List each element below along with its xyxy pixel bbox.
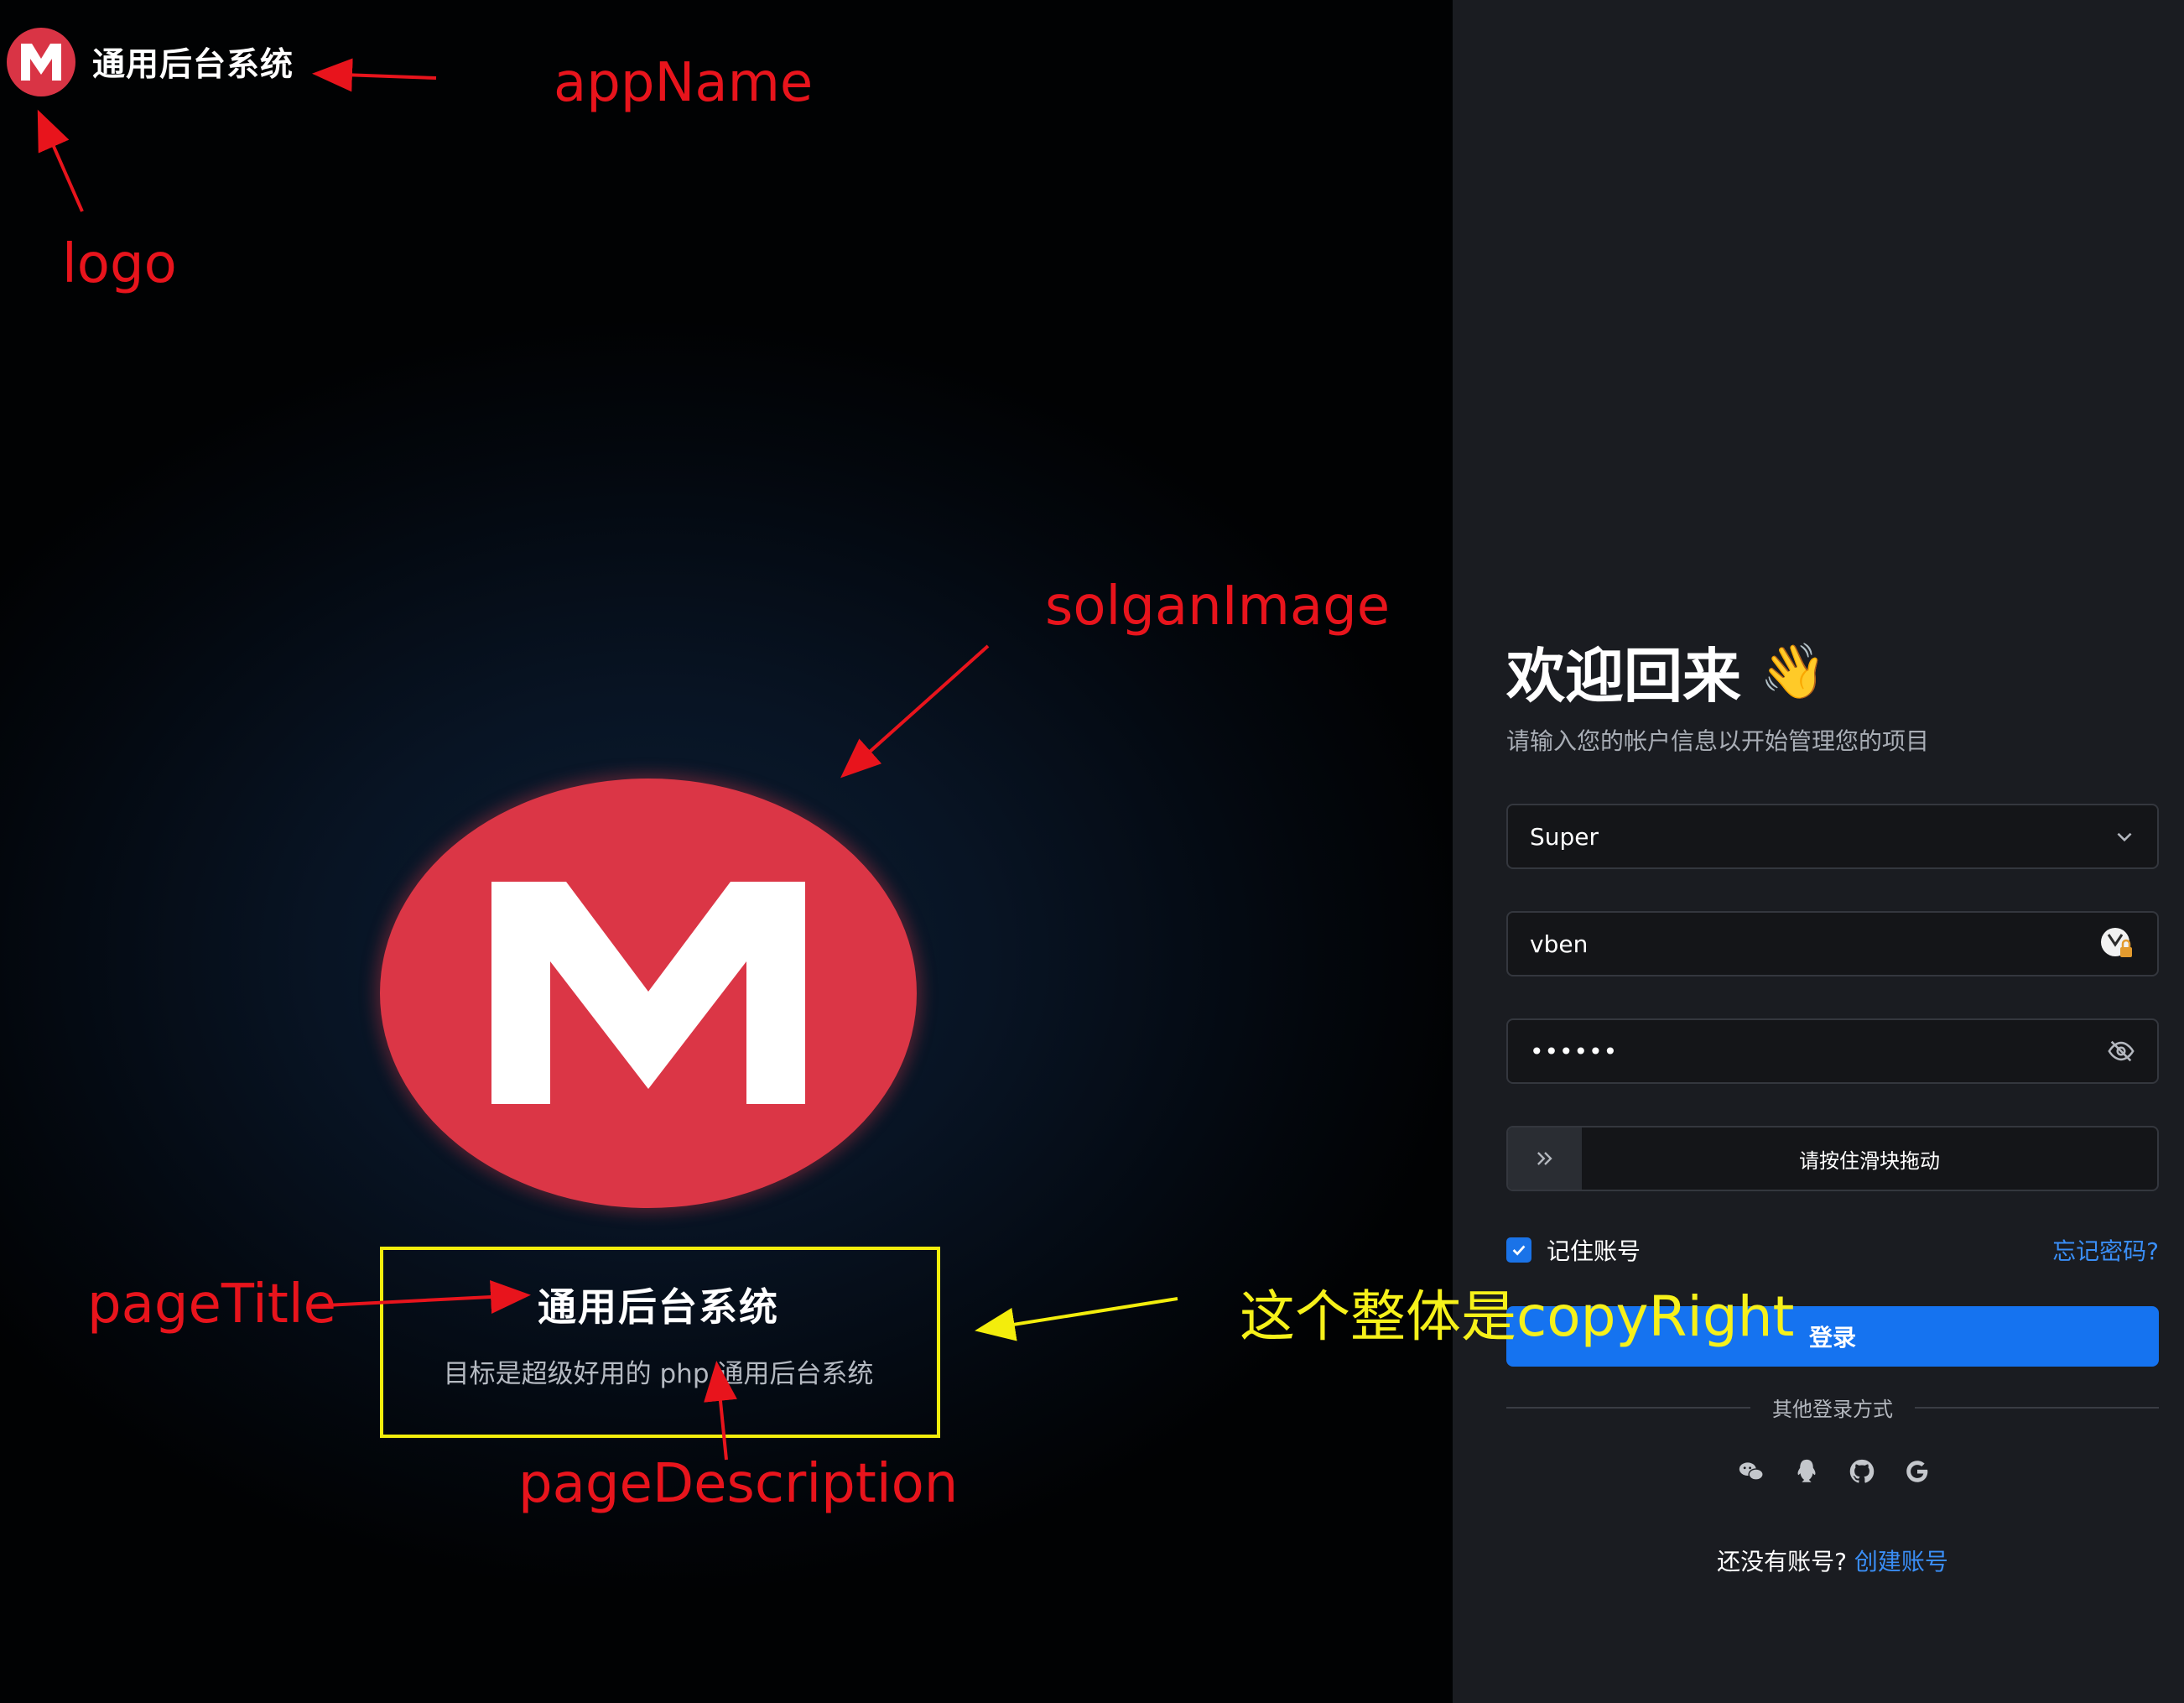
github-icon[interactable] [1847, 1456, 1877, 1487]
other-login-text: 其他登录方式 [1772, 1398, 1893, 1421]
divider-line [1506, 1406, 1750, 1409]
password-value: •••••• [1530, 1037, 1619, 1065]
annotation-copyright: 这个整体是copyRight [1240, 1284, 1795, 1349]
annotation-slogan-image: solganImage [1045, 575, 1391, 638]
account-select-value: Super [1530, 822, 1599, 851]
check-icon [1512, 1245, 1526, 1256]
brand-panel: 通用后台系统 通用后台系统 目标是超级好用的 php 通用后台系统 [0, 0, 1453, 1703]
slider-text: 请按住滑块拖动 [1799, 1148, 1940, 1173]
account-select[interactable]: Super [1506, 804, 2159, 869]
forgot-password-link[interactable]: 忘记密码? [2052, 1233, 2159, 1267]
annotation-logo: logo [62, 233, 177, 295]
chevron-down-icon [2117, 832, 2132, 842]
copyright-annotation-box [380, 1247, 940, 1438]
slogan-image [380, 779, 917, 1208]
wechat-icon[interactable] [1736, 1456, 1766, 1487]
welcome-title: 欢迎回来 👋 [1506, 629, 1827, 714]
annotation-appname: appName [554, 52, 814, 114]
waving-hand-icon: 👋 [1760, 641, 1827, 703]
annotation-page-description: pageDescription [518, 1453, 959, 1515]
eye-off-icon[interactable] [2107, 1037, 2135, 1065]
m-logo-large-icon [491, 882, 805, 1104]
google-icon[interactable] [1902, 1456, 1932, 1487]
login-panel: 欢迎回来 👋 请输入您的帐户信息以开始管理您的项目 Super vben •••… [1453, 0, 2184, 1703]
create-account-link[interactable]: 创建账号 [1854, 1548, 1948, 1575]
annotation-page-title: pageTitle [87, 1273, 336, 1336]
password-manager-icon[interactable] [2098, 925, 2135, 962]
register-prompt: 还没有账号? 创建账号 [1506, 1544, 2159, 1577]
no-account-text: 还没有账号? [1717, 1548, 1847, 1575]
remember-checkbox[interactable] [1506, 1237, 1531, 1263]
slider-handle[interactable] [1508, 1128, 1582, 1190]
password-field[interactable]: •••••• [1506, 1018, 2159, 1084]
divider-line [1915, 1406, 2159, 1409]
header: 通用后台系统 [7, 28, 294, 96]
social-login [1736, 1456, 1932, 1487]
m-logo-icon[interactable] [7, 28, 75, 96]
remember-label: 记住账号 [1547, 1237, 1641, 1265]
username-field[interactable]: vben [1506, 911, 2159, 976]
welcome-text: 欢迎回来 [1506, 642, 1741, 711]
other-login-divider: 其他登录方式 [1506, 1393, 2159, 1422]
remember-account[interactable]: 记住账号 [1506, 1233, 1641, 1267]
username-value: vben [1530, 930, 1589, 958]
login-subtitle: 请输入您的帐户信息以开始管理您的项目 [1506, 727, 1930, 755]
double-chevron-right-icon [1537, 1152, 1552, 1165]
slider-captcha[interactable]: 请按住滑块拖动 [1506, 1126, 2159, 1191]
qq-icon[interactable] [1791, 1456, 1822, 1487]
app-name: 通用后台系统 [92, 46, 294, 84]
